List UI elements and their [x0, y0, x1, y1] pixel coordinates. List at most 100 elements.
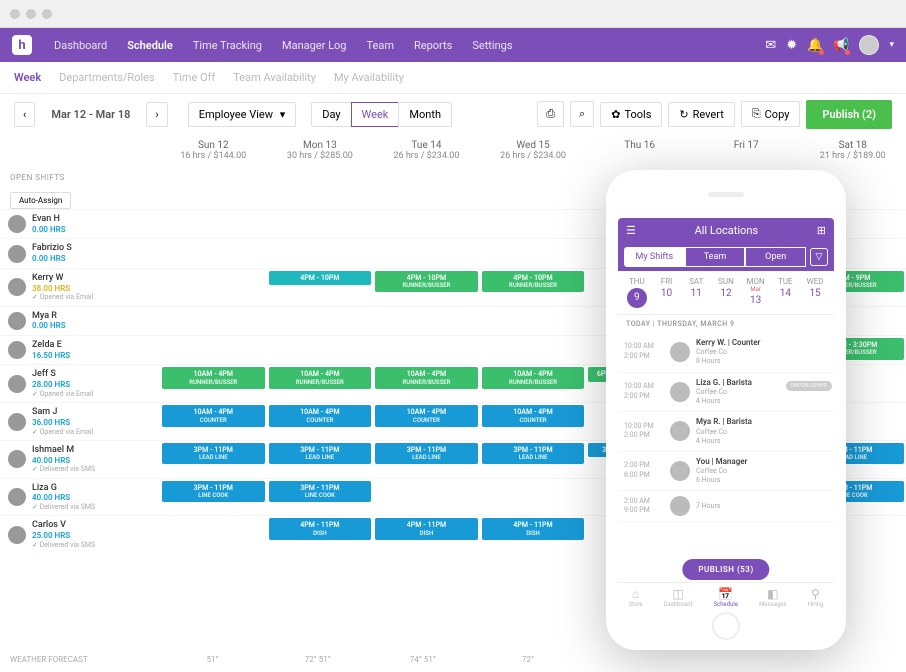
day-cell[interactable]	[480, 479, 587, 516]
day-cell[interactable]	[373, 479, 480, 516]
shift-block[interactable]: 4PM - 10PMRUNNER/BUSSER	[375, 271, 478, 293]
bell-icon[interactable]: 🔔	[807, 38, 823, 53]
day-cell[interactable]	[480, 239, 587, 267]
print-icon[interactable]: ⎙	[537, 101, 564, 127]
day-cell[interactable]	[373, 210, 480, 238]
auto-assign-button[interactable]: Auto-Assign	[10, 192, 71, 209]
subnav-team-availability[interactable]: Team Availability	[233, 71, 316, 84]
day-cell[interactable]: 4PM - 10PM	[267, 269, 374, 306]
phone-shift-row[interactable]: 10:00 PM2:00 PMMya R. | BaristaCoffee Co…	[618, 412, 834, 452]
day-cell[interactable]	[480, 336, 587, 364]
shift-block[interactable]: 4PM - 11PMDISH	[269, 518, 372, 540]
copy-button[interactable]: ⎘ Copy	[741, 101, 801, 127]
phone-shift-row[interactable]: 2:00 AM9:00 PM7 Hours	[618, 491, 834, 522]
shift-block[interactable]: 4PM - 10PM	[269, 271, 372, 285]
phone-seg-open[interactable]: Open	[745, 247, 806, 267]
day-cell[interactable]: 3PM - 11PMLEAD LINE	[373, 441, 480, 478]
day-cell[interactable]: 10AM - 4PMCOUNTER	[267, 403, 374, 440]
shift-block[interactable]: 10AM - 4PMCOUNTER	[162, 405, 265, 427]
shift-block[interactable]: 3PM - 11PMLEAD LINE	[162, 443, 265, 465]
day-cell[interactable]	[160, 336, 267, 364]
day-cell[interactable]: 4PM - 10PMRUNNER/BUSSER	[373, 269, 480, 306]
phone-shift-row[interactable]: 10:00 AM2:00 PMKerry W. | CounterCoffee …	[618, 333, 834, 373]
employee-cell[interactable]: Evan H0.00 HRS	[0, 210, 160, 238]
day-cell[interactable]	[267, 210, 374, 238]
day-cell[interactable]	[160, 307, 267, 335]
day-cell[interactable]	[160, 516, 267, 553]
prev-week-button[interactable]: ‹	[14, 102, 35, 127]
subnav-departments-roles[interactable]: Departments/Roles	[59, 71, 154, 84]
day-cell[interactable]: 10AM - 4PMRUNNER/BUSSER	[373, 365, 480, 402]
nav-reports[interactable]: Reports	[404, 39, 462, 52]
next-week-button[interactable]: ›	[146, 102, 167, 127]
phone-day[interactable]: SUN12	[714, 277, 738, 308]
employee-cell[interactable]: Sam J36.00 HRSOpened via Email	[0, 403, 160, 440]
shift-block[interactable]: 10AM - 4PMRUNNER/BUSSER	[375, 367, 478, 389]
day-cell[interactable]: 10AM - 4PMCOUNTER	[373, 403, 480, 440]
phone-seg-my-shifts[interactable]: My Shifts	[624, 247, 685, 267]
day-cell[interactable]: 10AM - 4PMCOUNTER	[160, 403, 267, 440]
publish-button[interactable]: Publish (2)	[806, 100, 892, 129]
period-week[interactable]: Week	[351, 102, 400, 127]
phone-tab-messages[interactable]: ◧Messages	[759, 587, 787, 608]
day-cell[interactable]: 4PM - 11PMDISH	[267, 516, 374, 553]
day-cell[interactable]: 3PM - 11PMLEAD LINE	[267, 441, 374, 478]
phone-tab-dashboard[interactable]: ◫Dashboard	[664, 587, 693, 608]
employee-cell[interactable]: Zelda E16.50 HRS	[0, 336, 160, 364]
phone-tab-hiring[interactable]: ⚲Hiring	[808, 587, 824, 608]
day-cell[interactable]	[373, 336, 480, 364]
period-month[interactable]: Month	[398, 102, 452, 127]
shift-block[interactable]: 3PM - 11PMLINE COOK	[269, 481, 372, 503]
phone-day[interactable]: SAT11	[684, 277, 708, 308]
shift-block[interactable]: 3PM - 11PMLINE COOK	[162, 481, 265, 503]
phone-day[interactable]: THU9	[625, 277, 649, 308]
avatar[interactable]	[859, 35, 879, 55]
day-cell[interactable]	[480, 307, 587, 335]
employee-cell[interactable]: Fabrizio S0.00 HRS	[0, 239, 160, 267]
shift-block[interactable]: 10AM - 4PMRUNNER/BUSSER	[482, 367, 585, 389]
nav-schedule[interactable]: Schedule	[117, 39, 183, 52]
employee-cell[interactable]: Carlos V25.00 HRSDelivered via SMS	[0, 516, 160, 553]
phone-tab-schedule[interactable]: 📅Schedule	[714, 587, 739, 608]
calendar-add-icon[interactable]: ⊞	[817, 224, 826, 237]
day-cell[interactable]: 4PM - 11PMDISH	[373, 516, 480, 553]
menu-icon[interactable]: ☰	[626, 224, 636, 237]
day-cell[interactable]: 10AM - 4PMRUNNER/BUSSER	[480, 365, 587, 402]
employee-cell[interactable]: Ishmael M40.00 HRSDelivered via SMS	[0, 441, 160, 478]
shift-block[interactable]: 3PM - 11PMLEAD LINE	[482, 443, 585, 465]
phone-shift-row[interactable]: 2:00 PM8:00 PMYou | ManagerCoffee Co6 Ho…	[618, 452, 834, 492]
shift-block[interactable]: 3PM - 11PMLEAD LINE	[269, 443, 372, 465]
day-cell[interactable]	[480, 210, 587, 238]
day-cell[interactable]	[373, 239, 480, 267]
day-cell[interactable]: 10AM - 4PMCOUNTER	[480, 403, 587, 440]
phone-tab-store[interactable]: ⌂Store	[628, 587, 642, 608]
home-button[interactable]	[712, 612, 740, 640]
phone-day[interactable]: FRI10	[655, 277, 679, 308]
shift-block[interactable]: 10AM - 4PMCOUNTER	[482, 405, 585, 427]
shift-block[interactable]: 10AM - 4PMCOUNTER	[269, 405, 372, 427]
search-icon[interactable]: ⌕	[570, 101, 594, 127]
subnav-my-availability[interactable]: My Availability	[334, 71, 404, 84]
day-cell[interactable]: 4PM - 11PMDISH	[480, 516, 587, 553]
phone-shift-row[interactable]: 10:00 AM2:00 PMLiza G. | BaristaCoffee C…	[618, 373, 834, 413]
shift-block[interactable]: 10AM - 4PMRUNNER/BUSSER	[162, 367, 265, 389]
period-day[interactable]: Day	[311, 102, 351, 127]
day-cell[interactable]: 3PM - 11PMLEAD LINE	[160, 441, 267, 478]
shift-block[interactable]: 10AM - 4PMRUNNER/BUSSER	[269, 367, 372, 389]
employee-cell[interactable]: Mya R0.00 HRS	[0, 307, 160, 335]
day-cell[interactable]	[160, 210, 267, 238]
nav-manager-log[interactable]: Manager Log	[272, 39, 357, 52]
phone-publish-button[interactable]: PUBLISH (53)	[682, 559, 769, 580]
nav-time-tracking[interactable]: Time Tracking	[183, 39, 272, 52]
day-cell[interactable]: 10AM - 4PMRUNNER/BUSSER	[160, 365, 267, 402]
mail-icon[interactable]: ✉	[765, 38, 776, 53]
shift-block[interactable]: 4PM - 11PMDISH	[375, 518, 478, 540]
phone-day[interactable]: WED15	[803, 277, 827, 308]
phone-seg-team[interactable]: Team	[685, 247, 746, 267]
logo[interactable]: h	[12, 35, 32, 55]
chevron-down-icon[interactable]: ▾	[889, 40, 894, 50]
day-cell[interactable]	[160, 269, 267, 306]
subnav-time-off[interactable]: Time Off	[173, 71, 216, 84]
employee-cell[interactable]: Liza G40.00 HRSDelivered via SMS	[0, 479, 160, 516]
nav-settings[interactable]: Settings	[462, 39, 522, 52]
